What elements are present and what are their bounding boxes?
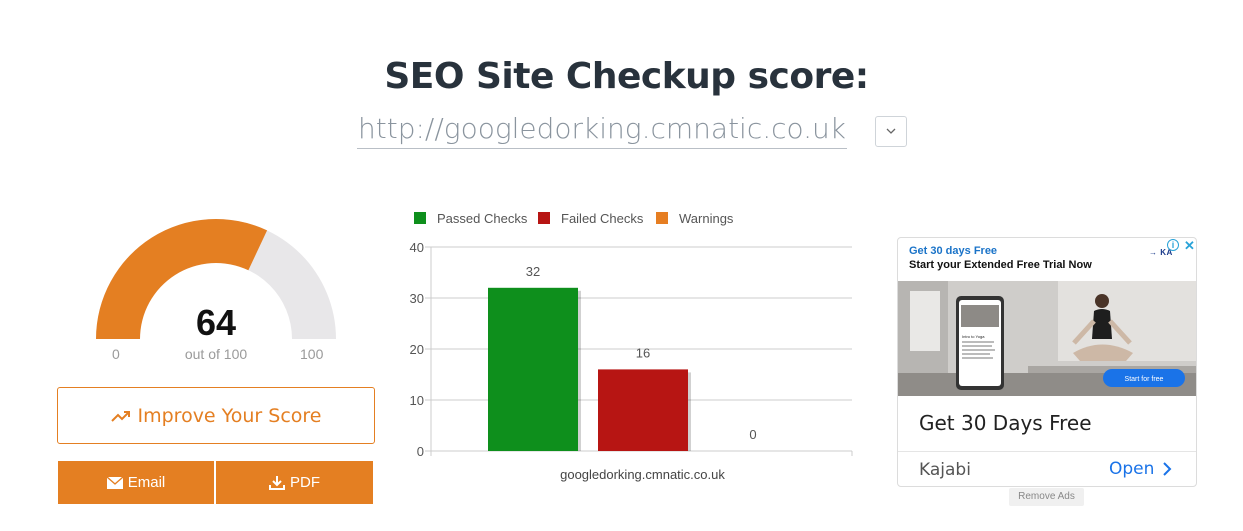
- y-tick-label: 0: [417, 444, 424, 459]
- ad-headline-top: Get 30 days Free: [909, 245, 998, 257]
- ad-subheadline-top: Start your Extended Free Trial Now: [909, 259, 1092, 271]
- bar-data-label: 0: [749, 427, 756, 442]
- gauge-max-label: 100: [300, 346, 324, 362]
- close-icon[interactable]: ✕: [1184, 238, 1195, 254]
- pdf-label: PDF: [290, 474, 320, 491]
- x-category-label: googledorking.cmnatic.co.uk: [560, 467, 725, 482]
- ad-divider: [898, 451, 1196, 452]
- y-tick-label: 40: [410, 240, 424, 255]
- site-url[interactable]: http://googledorking.cmnatic.co.uk: [357, 110, 847, 149]
- trending-up-icon: [110, 410, 130, 422]
- legend-swatch: [538, 212, 550, 224]
- download-icon: [269, 475, 285, 490]
- email-button[interactable]: Email: [58, 461, 214, 504]
- improve-score-label: Improve Your Score: [137, 404, 322, 427]
- gauge-score: 64: [195, 302, 237, 343]
- legend-label: Passed Checks: [437, 211, 528, 226]
- ad-phone-heading: Intro to Yoga: [962, 334, 985, 339]
- bar-data-label: 32: [526, 264, 540, 279]
- y-tick-label: 20: [410, 342, 424, 357]
- ad-image-cta[interactable]: Start for free: [1125, 376, 1164, 383]
- checks-bar-chart: Passed Checks Failed Checks Warnings 0 10 20 3…: [410, 211, 853, 482]
- y-tick-label: 30: [410, 291, 424, 306]
- email-label: Email: [127, 474, 166, 491]
- info-icon[interactable]: i: [1167, 239, 1179, 251]
- legend-label: Failed Checks: [561, 211, 644, 226]
- ad-title[interactable]: Get 30 Days Free: [919, 411, 1092, 435]
- bar: [598, 369, 688, 451]
- ad-image-graphic: Intro to Yoga Start for free: [898, 281, 1196, 396]
- legend-swatch: [656, 212, 668, 224]
- ad-open-button[interactable]: Open: [1109, 459, 1172, 479]
- ad-advertiser[interactable]: Kajabi: [919, 460, 971, 480]
- ad-image[interactable]: Intro to Yoga Start for free: [898, 281, 1196, 396]
- chevron-right-icon: [1163, 462, 1172, 476]
- remove-ads-button[interactable]: Remove Ads: [1009, 488, 1084, 506]
- page-title: SEO Site Checkup score:: [384, 56, 869, 97]
- advertisement[interactable]: Get 30 days Free Start your Extended Fre…: [897, 237, 1197, 487]
- bar: [488, 287, 578, 451]
- url-dropdown-button[interactable]: [875, 116, 907, 147]
- legend-label: Warnings: [679, 211, 734, 226]
- bar-data-label: 16: [636, 345, 650, 360]
- improve-score-button[interactable]: Improve Your Score: [57, 387, 375, 444]
- ad-open-label: Open: [1109, 459, 1155, 479]
- legend-swatch: [414, 212, 426, 224]
- envelope-icon: [106, 475, 123, 489]
- chevron-down-icon: [886, 128, 896, 134]
- pdf-button[interactable]: PDF: [216, 461, 373, 504]
- y-tick-label: 10: [410, 393, 424, 408]
